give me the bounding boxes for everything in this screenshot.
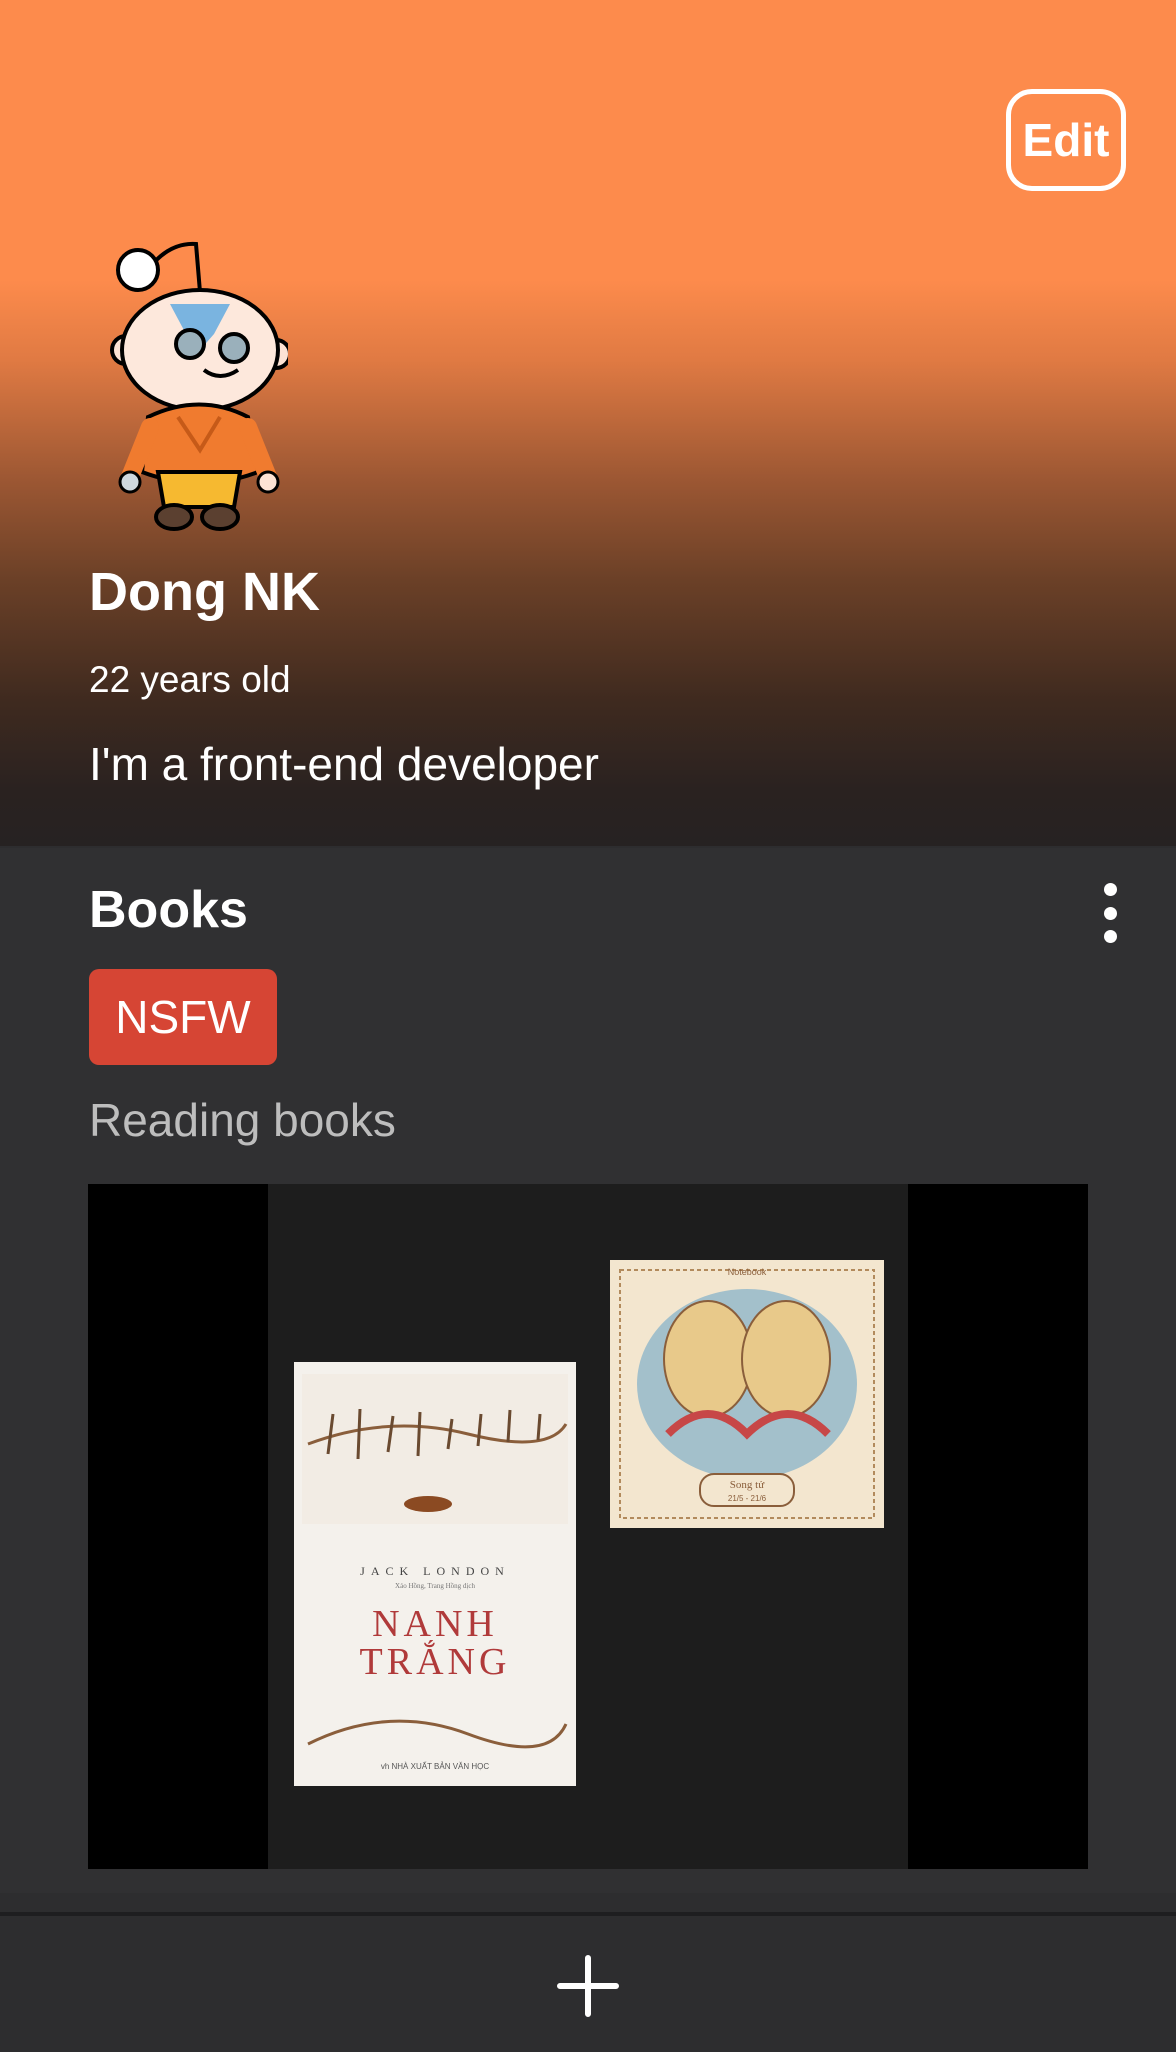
- book-nanh-trang: JACK LONDON Xảo Hồng, Trang Hồng dịch NA…: [294, 1362, 576, 1786]
- more-vertical-icon[interactable]: [1090, 878, 1130, 948]
- nsfw-badge: NSFW: [89, 969, 277, 1065]
- reddit-snoo-avatar-icon: [110, 241, 292, 531]
- profile-bio: I'm a front-end developer: [89, 738, 599, 790]
- more-dot: [1103, 930, 1117, 943]
- edit-button[interactable]: Edit: [1006, 89, 1126, 191]
- book1-publisher: vh NHÀ XUẤT BẢN VĂN HỌC: [381, 1761, 490, 1771]
- card-description: Reading books: [89, 1094, 396, 1146]
- profile-header: Edit Dong NK 22 years old I'm a front-en…: [0, 0, 1176, 846]
- books-card: Books NSFW Reading books JACK LONDON Xảo…: [0, 848, 1176, 1893]
- more-dot: [1103, 906, 1117, 920]
- bottom-bar: [0, 1912, 1176, 2052]
- profile-name: Dong NK: [89, 562, 320, 622]
- books-photo: JACK LONDON Xảo Hồng, Trang Hồng dịch NA…: [268, 1184, 908, 1869]
- card-image[interactable]: JACK LONDON Xảo Hồng, Trang Hồng dịch NA…: [88, 1184, 1088, 1869]
- card-title: Books: [89, 881, 248, 939]
- book1-author: JACK LONDON: [360, 1564, 510, 1578]
- book1-title-line1: NANH: [372, 1603, 498, 1645]
- book2-dates: 21/5 - 21/6: [728, 1494, 767, 1503]
- book2-title: Song tử: [730, 1479, 765, 1491]
- more-dot: [1103, 883, 1117, 896]
- book1-title-line2: TRẮNG: [360, 1640, 511, 1683]
- book1-translator: Xảo Hồng, Trang Hồng dịch: [395, 1582, 475, 1590]
- plus-icon[interactable]: [548, 1946, 628, 2026]
- book-notebook: Notebook Song tử 21/5 - 21/6: [610, 1260, 884, 1528]
- book2-label: Notebook: [728, 1267, 767, 1277]
- avatar: [108, 232, 292, 532]
- profile-age: 22 years old: [89, 659, 291, 700]
